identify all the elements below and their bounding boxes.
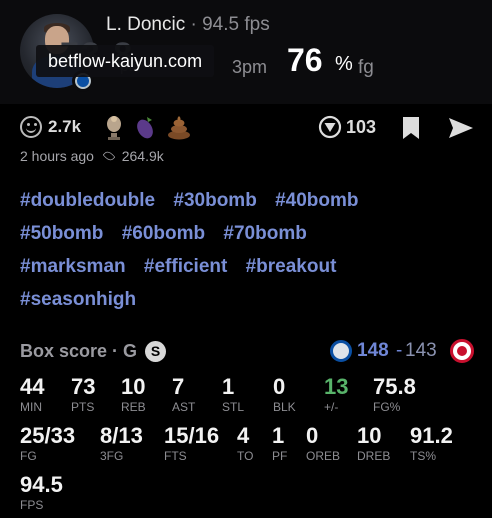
fg-percent-sign: % xyxy=(335,53,353,75)
reaction-count[interactable]: 2.7k xyxy=(48,117,81,137)
away-score: 143 xyxy=(405,340,437,361)
player-header: L. Doncic · 94.5 fps 73 8 pts 3pm betflo… xyxy=(0,0,492,104)
hashtag-link[interactable]: #60bomb xyxy=(122,223,205,244)
stat-reb: 10 REB xyxy=(121,374,146,415)
score-dash: - xyxy=(396,340,403,361)
eggplant-emoji-icon[interactable] xyxy=(133,114,157,140)
hashtag-row: #50bomb #60bomb #70bomb xyxy=(20,223,480,256)
stat-ts-pct: 91.2 TS% xyxy=(410,423,453,464)
poop-emoji-icon[interactable] xyxy=(167,114,191,140)
home-score: 148 xyxy=(357,340,389,361)
reaction-bar: 2.7k 103 xyxy=(20,114,475,142)
share-count-icon[interactable] xyxy=(318,115,342,139)
hashtag-link[interactable]: #doubledouble xyxy=(20,190,155,211)
player-fps: 94.5 fps xyxy=(202,14,270,35)
player-title[interactable]: L. Doncic · 94.5 fps xyxy=(106,14,270,36)
s-badge[interactable]: S xyxy=(145,341,167,362)
hashtag-link[interactable]: #40bomb xyxy=(275,190,358,211)
smile-icon[interactable] xyxy=(20,116,42,138)
hashtag-link[interactable]: #marksman xyxy=(20,256,126,277)
stat-plus-minus: 13 +/- xyxy=(324,374,349,415)
hashtag-row: #seasonhigh xyxy=(20,289,480,322)
stat-fg-pct: 75.8 FG% xyxy=(373,374,416,415)
mavericks-logo-icon xyxy=(330,340,352,362)
box-score-title: Box score · G S xyxy=(20,341,167,362)
hashtag-row: #doubledouble #30bomb #40bomb xyxy=(20,190,480,223)
fg-percentage-value: 76 xyxy=(287,42,323,78)
bookmark-icon[interactable] xyxy=(401,116,421,140)
stat-blk: 0 BLK xyxy=(273,374,296,415)
stat-fts: 15/16 FTS xyxy=(164,423,220,464)
hawks-logo-icon xyxy=(450,339,474,363)
eye-icon xyxy=(102,149,116,163)
stat-pts: 73 PTS xyxy=(71,374,96,415)
hashtag-link[interactable]: #70bomb xyxy=(223,223,306,244)
stat-dreb: 10 DREB xyxy=(357,423,391,464)
stat-stl: 1 STL xyxy=(222,374,245,415)
fg-label: fg xyxy=(358,57,374,78)
hashtag-row: #marksman #efficient #breakout xyxy=(20,256,480,289)
send-icon[interactable] xyxy=(448,116,474,140)
trophy-emoji-icon[interactable] xyxy=(102,114,126,140)
hashtag-link[interactable]: #breakout xyxy=(246,256,337,277)
stat-fps: 94.5 FPS xyxy=(20,472,63,513)
stat-min: 44 MIN xyxy=(20,374,45,415)
stat-pf: 1 PF xyxy=(272,423,288,464)
stat-ast: 7 AST xyxy=(172,374,196,415)
stat-3fg: 8/13 3FG xyxy=(100,423,143,464)
watermark-overlay: betflow-kaiyun.com xyxy=(36,45,215,77)
player-name: L. Doncic xyxy=(106,14,186,35)
threes-label: 3pm xyxy=(232,57,268,77)
hashtag-link[interactable]: #seasonhigh xyxy=(20,289,136,310)
stat-to: 4 TO xyxy=(237,423,254,464)
hashtag-link[interactable]: #efficient xyxy=(144,256,227,277)
share-count[interactable]: 103 xyxy=(346,117,376,138)
stat-fg: 25/33 FG xyxy=(20,423,76,464)
stat-oreb: 0 OREB xyxy=(306,423,341,464)
hashtag-link[interactable]: #50bomb xyxy=(20,223,103,244)
post-time: 2 hours ago xyxy=(20,148,94,164)
view-count: 264.9k xyxy=(121,148,164,164)
hashtag-link[interactable]: #30bomb xyxy=(173,190,256,211)
hashtag-list: #doubledouble #30bomb #40bomb #50bomb #6… xyxy=(20,190,480,322)
post-meta: 2 hours ago 264.9k xyxy=(20,148,164,164)
